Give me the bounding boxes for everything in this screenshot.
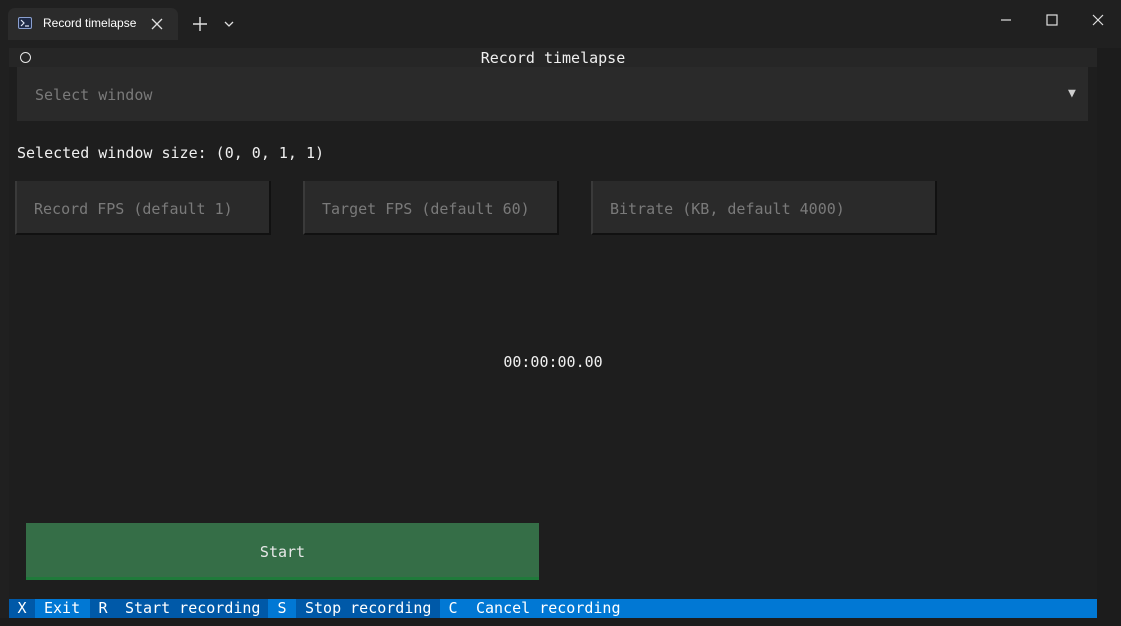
- select-window-dropdown[interactable]: Select window ▼: [17, 67, 1088, 121]
- new-tab-button[interactable]: [190, 14, 210, 34]
- start-button-label: Start: [259, 543, 306, 561]
- window-titlebar: Record timelapse: [0, 0, 1121, 48]
- app-header: Record timelapse: [9, 48, 1097, 67]
- app-title: Record timelapse: [480, 49, 626, 67]
- close-window-button[interactable]: [1088, 10, 1108, 30]
- footer-label-exit[interactable]: Exit: [44, 599, 80, 618]
- record-fps-placeholder: Record FPS (default 1): [34, 200, 233, 218]
- minimize-button[interactable]: [996, 10, 1016, 30]
- minimize-icon: [1001, 19, 1011, 21]
- footer-label-start[interactable]: Start recording: [116, 599, 268, 618]
- tab-title: Record timelapse: [43, 16, 137, 30]
- footer-key-stop[interactable]: S: [268, 599, 296, 618]
- close-tab-icon[interactable]: [149, 16, 165, 32]
- selected-window-size: Selected window size: (0, 0, 1, 1): [17, 144, 325, 162]
- dropdown-arrow-icon: ▼: [1068, 86, 1076, 101]
- terminal-area: Record timelapse Select window ▼ Selecte…: [9, 48, 1097, 618]
- powershell-icon: [18, 17, 32, 29]
- tab-record-timelapse[interactable]: Record timelapse: [8, 8, 178, 40]
- target-fps-input[interactable]: Target FPS (default 60): [303, 181, 559, 235]
- select-window-placeholder: Select window: [35, 86, 153, 104]
- record-fps-input[interactable]: Record FPS (default 1): [15, 181, 271, 235]
- scrollbar-track: [1097, 48, 1121, 626]
- window-bottom-edge: [0, 618, 1121, 626]
- footer-key-cancel[interactable]: C: [440, 599, 466, 618]
- footer-key-start[interactable]: R: [90, 599, 116, 618]
- maximize-button[interactable]: [1042, 10, 1062, 30]
- footer-label-cancel[interactable]: Cancel recording: [476, 599, 621, 618]
- maximize-icon: [1046, 14, 1058, 26]
- close-icon: [1092, 14, 1104, 26]
- chevron-down-icon: [224, 21, 234, 27]
- bitrate-input[interactable]: Bitrate (KB, default 4000): [591, 181, 937, 235]
- footer-label-stop[interactable]: Stop recording: [296, 599, 440, 618]
- bitrate-placeholder: Bitrate (KB, default 4000): [610, 200, 845, 218]
- tab-dropdown-button[interactable]: [221, 16, 237, 32]
- elapsed-timer: 00:00:00.00: [503, 353, 603, 371]
- footer-keybar: X Exit R Start recording S Stop recordin…: [9, 599, 1097, 618]
- target-fps-placeholder: Target FPS (default 60): [322, 200, 530, 218]
- plus-icon: [193, 17, 207, 31]
- start-button[interactable]: Start: [26, 523, 539, 580]
- footer-key-exit[interactable]: X: [9, 599, 35, 618]
